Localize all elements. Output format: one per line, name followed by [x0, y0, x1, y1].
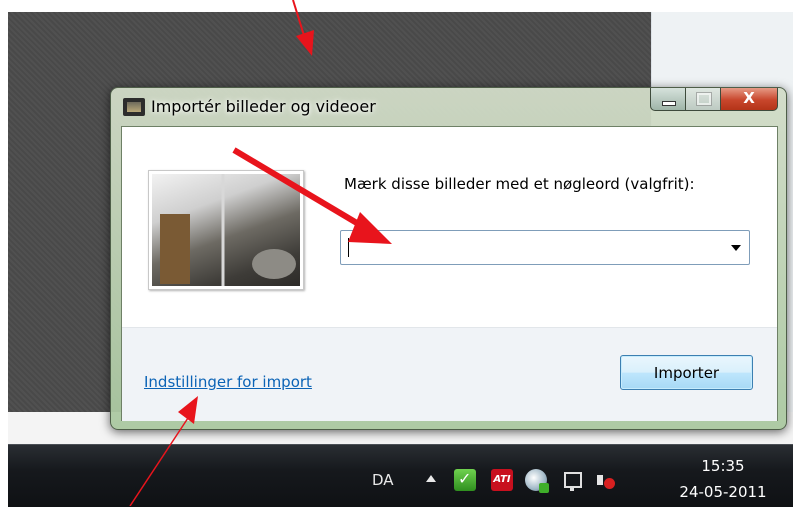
window-title: Importér billeder og videoer: [151, 97, 376, 116]
minimize-button[interactable]: [650, 88, 686, 111]
photo-thumbnail: [148, 170, 304, 290]
chevron-down-icon[interactable]: [731, 245, 741, 251]
text-caret: [348, 238, 349, 257]
tag-input[interactable]: [345, 235, 719, 261]
import-button[interactable]: Importer: [620, 355, 753, 390]
taskbar: DA ATI 15:35 24-05-2011: [8, 444, 793, 507]
caption-buttons: X: [650, 88, 778, 112]
close-button[interactable]: X: [721, 88, 778, 111]
maximize-button[interactable]: [686, 88, 721, 111]
dialog-footer: Indstillinger for import Importer: [122, 327, 777, 421]
tag-combobox[interactable]: [340, 230, 750, 265]
sync-tray-icon[interactable]: [454, 469, 476, 491]
clock-date[interactable]: 24-05-2011: [668, 483, 778, 501]
show-hidden-icons-arrow[interactable]: [426, 475, 436, 482]
language-indicator[interactable]: DA: [372, 471, 394, 489]
import-settings-link[interactable]: Indstillinger for import: [144, 373, 312, 391]
import-dialog: Importér billeder og videoer X Mærk diss…: [110, 87, 787, 430]
disk-tray-icon[interactable]: [525, 469, 549, 493]
dialog-content: Mærk disse billeder med et nøgleord (val…: [121, 126, 778, 421]
tag-prompt-label: Mærk disse billeder med et nøgleord (val…: [344, 175, 695, 193]
volume-muted-icon[interactable]: [595, 469, 617, 491]
clock-time[interactable]: 15:35: [668, 457, 778, 475]
network-tray-icon[interactable]: [561, 469, 583, 491]
app-import-icon: [123, 98, 145, 116]
ati-tray-icon[interactable]: ATI: [491, 469, 513, 491]
thumbnail-image: [152, 174, 300, 286]
